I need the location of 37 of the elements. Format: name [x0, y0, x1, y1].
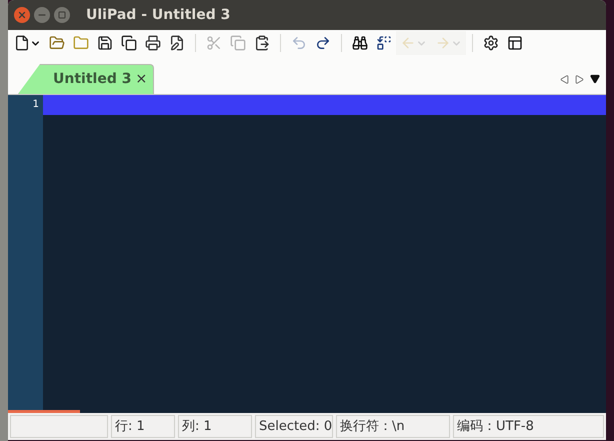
line-number: 1: [32, 98, 39, 112]
search-icon: [352, 35, 368, 51]
maximize-icon: [58, 11, 66, 19]
editor[interactable]: 1: [8, 95, 606, 413]
redo-icon: [315, 35, 331, 51]
folder-icon: [73, 35, 89, 51]
right-arrow-icon: [435, 35, 451, 51]
status-field: 编码：UTF-8: [453, 415, 604, 438]
open-folder-icon: [49, 35, 65, 51]
maximize-button[interactable]: [54, 7, 70, 23]
tab[interactable]: Untitled 3 ×: [18, 64, 154, 94]
scroll-right-icon: [575, 74, 584, 84]
undo-icon: [291, 35, 307, 51]
tab-close-button[interactable]: ×: [135, 69, 148, 90]
settings-icon: [483, 35, 499, 51]
cut-icon: [206, 35, 222, 51]
status-field: Selected: 0: [255, 415, 333, 438]
copy-icon: [230, 35, 246, 51]
paste-icon: [254, 35, 270, 51]
tab-label: Untitled 3: [53, 70, 132, 89]
status-field: 列: 1: [178, 415, 252, 438]
scroll-left-icon: [560, 74, 569, 84]
close-icon: [17, 10, 27, 20]
print-icon: [145, 35, 161, 51]
replace-icon: [376, 35, 392, 51]
save-all-icon: [121, 35, 137, 51]
minimize-button[interactable]: [34, 7, 50, 23]
left-arrow-icon: [400, 35, 416, 51]
edit-file-icon: [169, 35, 185, 51]
file-icon: [14, 35, 30, 51]
save-icon: [97, 35, 113, 51]
window-title: UliPad - Untitled 3: [86, 6, 230, 24]
status-field: 换行符：\n: [336, 415, 450, 438]
close-button[interactable]: [14, 7, 30, 23]
status-field: 行: 1: [111, 415, 175, 438]
layout-icon: [507, 35, 523, 51]
dropdown-icon: [590, 74, 600, 84]
